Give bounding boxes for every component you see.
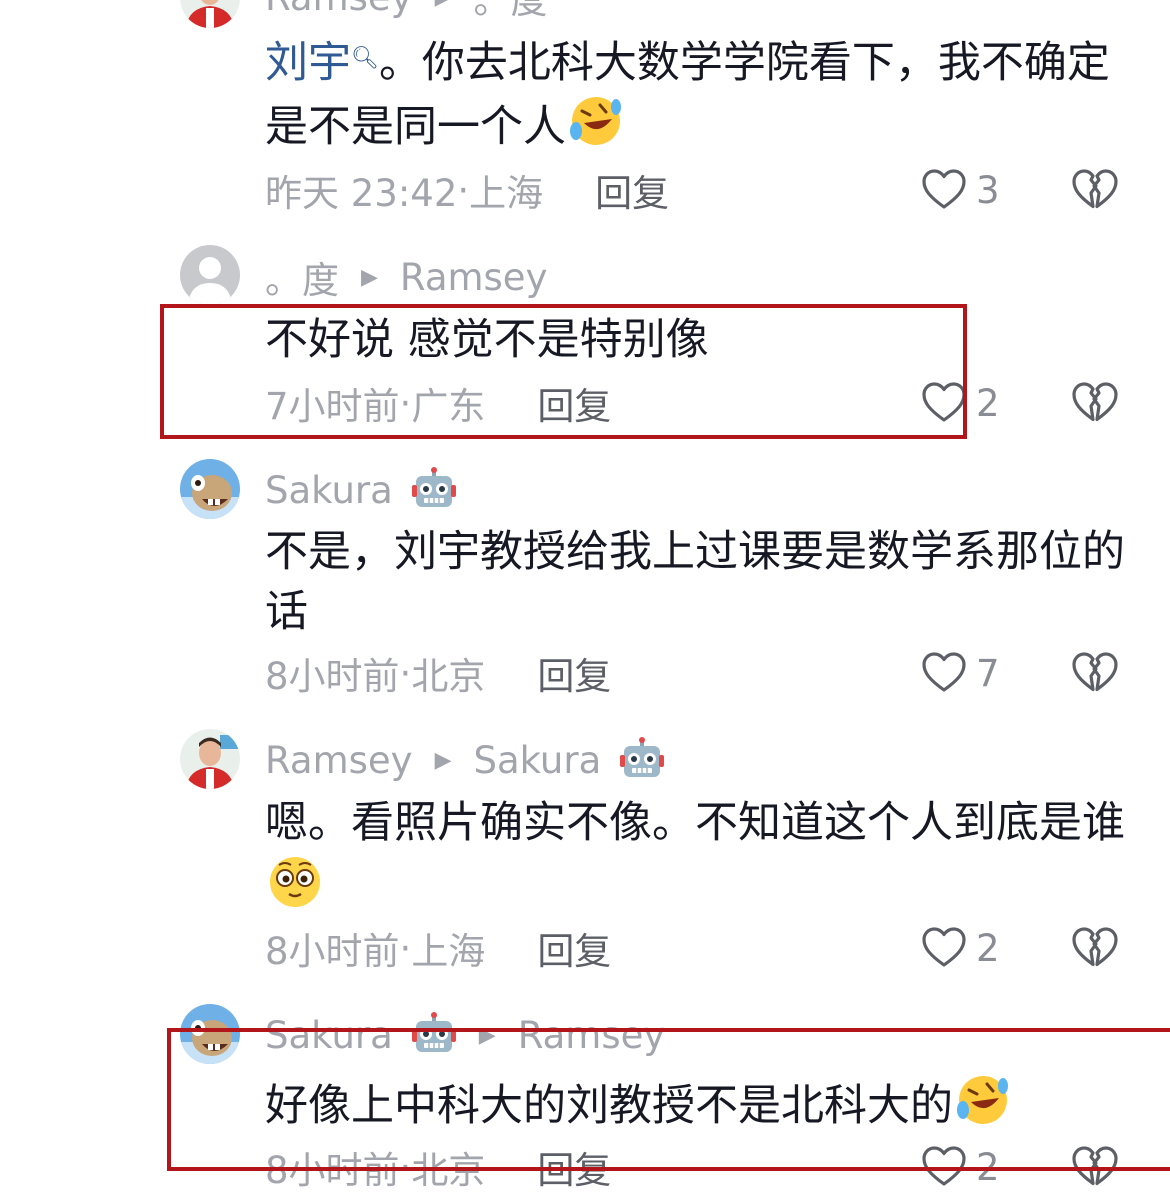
- reply-button[interactable]: 回复: [537, 921, 611, 975]
- location: 北京: [411, 655, 486, 698]
- dizzy-eyes-emoji-icon: [265, 853, 325, 909]
- location: 上海: [469, 172, 544, 215]
- like-count: 2: [976, 926, 1000, 970]
- timestamp: 8小时前: [265, 655, 400, 698]
- reply-button[interactable]: 回复: [537, 646, 611, 700]
- like-button[interactable]: 7: [920, 648, 1000, 698]
- reply-arrow-icon: ▶: [361, 264, 378, 290]
- broken-heart-icon: [1070, 166, 1118, 214]
- heart-icon: [920, 924, 968, 972]
- comment-header: 。度 ▶ Ramsey: [265, 250, 548, 304]
- timestamp: 昨天 23:42: [265, 172, 458, 215]
- heart-icon: [920, 649, 968, 697]
- comment-header: Sakura: [265, 465, 457, 515]
- dislike-button[interactable]: [1070, 165, 1118, 215]
- rolling-laugh-emoji-icon: [566, 93, 626, 149]
- like-count: 3: [976, 168, 1000, 212]
- heart-icon: [920, 166, 968, 214]
- location: 上海: [411, 930, 486, 973]
- timestamp: 8小时前: [265, 930, 400, 973]
- dislike-button[interactable]: [1070, 378, 1118, 428]
- comment-meta: 昨天 23:42 · 上海 回复: [265, 163, 669, 217]
- reply-arrow-icon: ▶: [434, 747, 452, 773]
- reply-to-name[interactable]: Ramsey: [400, 256, 548, 299]
- like-count: 2: [976, 381, 1000, 425]
- comment-meta: 8小时前 · 北京 回复: [265, 646, 611, 700]
- comment-text: 刘宇🔍︎。你去北科大数学学院看下，我不确定是不是同一个人: [265, 38, 1110, 152]
- reply-to-name[interactable]: 。度: [473, 0, 547, 24]
- author-name[interactable]: Ramsey: [265, 0, 413, 19]
- dislike-button[interactable]: [1070, 923, 1118, 973]
- avatar[interactable]: [180, 245, 240, 305]
- avatar[interactable]: [180, 459, 240, 519]
- comment-header: Ramsey ▶ Sakura: [265, 735, 665, 785]
- avatar[interactable]: [180, 0, 240, 28]
- comment-meta: 8小时前 · 上海 回复: [265, 921, 611, 975]
- reply-arrow-icon: ▶: [435, 0, 452, 10]
- author-name[interactable]: Sakura: [265, 469, 393, 512]
- broken-heart-icon: [1070, 924, 1118, 972]
- comment-text: 不是，刘宇教授给我上过课要是数学系那位的话: [265, 527, 1125, 637]
- comment-text: 嗯。看照片确实不像。不知道这个人到底是谁: [265, 793, 1125, 917]
- like-button[interactable]: 3: [920, 165, 1000, 215]
- like-button[interactable]: 2: [920, 923, 1000, 973]
- reply-button[interactable]: 回复: [595, 163, 669, 217]
- broken-heart-icon: [1070, 649, 1118, 697]
- reply-to-name[interactable]: Sakura: [473, 739, 601, 782]
- dislike-button[interactable]: [1070, 648, 1118, 698]
- robot-emoji-icon: [411, 467, 457, 513]
- author-name[interactable]: Ramsey: [265, 739, 413, 782]
- mention-link[interactable]: 刘宇🔍︎: [265, 38, 379, 88]
- highlight-box: [160, 304, 967, 439]
- like-count: 7: [976, 651, 1000, 695]
- avatar[interactable]: [180, 729, 240, 789]
- author-name[interactable]: 。度: [265, 250, 339, 304]
- robot-emoji-icon: [619, 737, 665, 783]
- broken-heart-icon: [1070, 379, 1118, 427]
- comment-header: Ramsey ▶ 。度: [265, 0, 547, 22]
- search-icon: 🔍︎: [351, 46, 379, 71]
- highlight-box: [167, 1028, 1170, 1171]
